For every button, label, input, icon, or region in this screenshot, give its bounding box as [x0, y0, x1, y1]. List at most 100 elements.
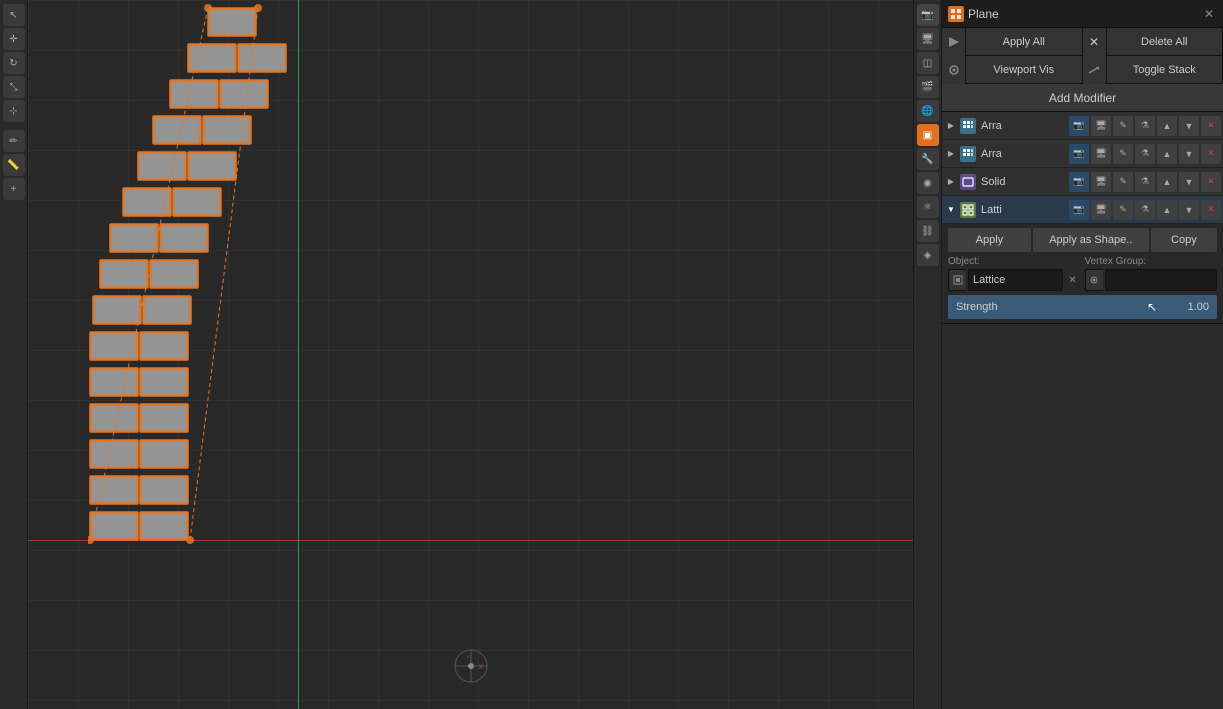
mod-close-btn-solid[interactable]: ✕ — [1201, 172, 1221, 192]
render-properties-icon[interactable]: 📷 — [917, 4, 939, 26]
modifier-name-arra2: Arra — [978, 148, 1067, 160]
modifier-row-arra2: ▶ Arra 📷 🖥 ✎ ⚗ ▲ ▼ ✕ — [942, 140, 1223, 168]
modifier-expand-latti[interactable]: ▼ — [944, 203, 958, 217]
tool-scale[interactable]: ⤡ — [3, 76, 25, 98]
mod-close-btn-arra2[interactable]: ✕ — [1201, 144, 1221, 164]
mod-render-btn-latti[interactable]: 🖥 — [1091, 200, 1111, 220]
delete-all-button[interactable]: Delete All — [1107, 28, 1223, 55]
strength-slider[interactable]: Strength ↖ 1.00 — [948, 295, 1217, 319]
data-properties-icon[interactable]: ◈ — [917, 244, 939, 266]
mod-up-btn-latti[interactable]: ▲ — [1157, 200, 1177, 220]
viewport-vis-button[interactable]: Viewport Vis — [966, 56, 1083, 83]
vertex-group-field-row — [1085, 269, 1218, 291]
modifier-type-icon-solid — [960, 174, 976, 190]
constraints-properties-icon[interactable]: ⛓ — [917, 220, 939, 242]
mod-filter-btn-latti[interactable]: ⚗ — [1135, 200, 1155, 220]
svg-text:X: X — [479, 665, 483, 671]
delete-all-icon[interactable]: ✕ — [1083, 28, 1107, 56]
mod-edit-btn-arra2[interactable]: ✎ — [1113, 144, 1133, 164]
modifier-type-icon-arra2 — [960, 146, 976, 162]
left-toolbar: ↖ ✛ ↻ ⤡ ⊹ ✏ 📏 + — [0, 0, 28, 709]
vertex-group-field-group: Vertex Group: — [1085, 256, 1218, 291]
modifier-properties-icon[interactable]: 🔧 — [917, 148, 939, 170]
object-field-label: Object: — [948, 256, 1081, 267]
add-modifier-label: Add Modifier — [1049, 84, 1116, 112]
modifier-expand-arra2[interactable]: ▶ — [944, 147, 958, 161]
object-field-value[interactable]: Lattice — [968, 269, 1063, 291]
world-properties-icon[interactable]: 🌐 — [917, 100, 939, 122]
mod-edit-btn-latti[interactable]: ✎ — [1113, 200, 1133, 220]
modifier-controls-arra1: 📷 🖥 ✎ ⚗ ▲ ▼ ✕ — [1069, 116, 1221, 136]
particles-properties-icon[interactable]: ◉ — [917, 172, 939, 194]
modifier-type-icon-latti — [960, 202, 976, 218]
mod-up-btn-arra2[interactable]: ▲ — [1157, 144, 1177, 164]
mod-close-btn-arra1[interactable]: ✕ — [1201, 116, 1221, 136]
object-field-group: Object: Lattice ✕ — [948, 256, 1081, 291]
modifier-name-latti: Latti — [978, 204, 1067, 216]
nav-gizmo[interactable]: Y X — [453, 648, 489, 689]
mod-filter-btn-solid[interactable]: ⚗ — [1135, 172, 1155, 192]
properties-panel: Plane ✕ Apply All ✕ Delete All Viewport … — [942, 0, 1223, 709]
mod-render-btn-arra2[interactable]: 🖥 — [1091, 144, 1111, 164]
physics-properties-icon[interactable]: ⚛ — [917, 196, 939, 218]
mod-edit-btn-arra1[interactable]: ✎ — [1113, 116, 1133, 136]
vertex-group-field-value[interactable] — [1105, 269, 1218, 291]
modifier-type-icon-arra1 — [960, 118, 976, 134]
mod-render-btn-arra1[interactable]: 🖥 — [1091, 116, 1111, 136]
mod-filter-btn-arra1[interactable]: ⚗ — [1135, 116, 1155, 136]
modifier-name-arra1: Arra — [978, 120, 1067, 132]
modifier-expand-solid[interactable]: ▶ — [944, 175, 958, 189]
mod-down-btn-arra2[interactable]: ▼ — [1179, 144, 1199, 164]
right-panel: 📷 🖥 ◫ 🎬 🌐 ▣ 🔧 ◉ ⚛ ⛓ ◈ Plane ✕ — [913, 0, 1223, 709]
mod-up-btn-arra1[interactable]: ▲ — [1157, 116, 1177, 136]
toggle-stack-button[interactable]: Toggle Stack — [1107, 56, 1223, 83]
modifier-row-solid: ▶ Solid 📷 🖥 ✎ ⚗ ▲ ▼ ✕ — [942, 168, 1223, 196]
modifier-expand-arra1[interactable]: ▶ — [944, 119, 958, 133]
view-layer-icon[interactable]: ◫ — [917, 52, 939, 74]
mod-down-btn-latti[interactable]: ▼ — [1179, 200, 1199, 220]
tool-move[interactable]: ✛ — [3, 28, 25, 50]
mod-close-btn-latti[interactable]: ✕ — [1201, 200, 1221, 220]
mod-camera-btn-arra1[interactable]: 📷 — [1069, 116, 1089, 136]
tool-rotate[interactable]: ↻ — [3, 52, 25, 74]
3d-object — [88, 0, 338, 620]
modifier-controls-latti: 📷 🖥 ✎ ⚗ ▲ ▼ ✕ — [1069, 200, 1221, 220]
object-field-clear[interactable]: ✕ — [1065, 269, 1081, 291]
output-properties-icon[interactable]: 🖥 — [917, 28, 939, 50]
viewport-vis-icon[interactable] — [942, 56, 966, 84]
mod-down-btn-solid[interactable]: ▼ — [1179, 172, 1199, 192]
lattice-copy-button[interactable]: Copy — [1151, 228, 1217, 252]
tool-measure[interactable]: 📏 — [3, 154, 25, 176]
vertex-group-field-label: Vertex Group: — [1085, 256, 1218, 267]
lattice-details: Apply Apply as Shape.. Copy Object: Latt… — [942, 224, 1223, 324]
modifier-row-latti: ▼ Latti 📷 🖥 ✎ ⚗ ▲ ▼ ✕ — [942, 196, 1223, 224]
toggle-stack-icon[interactable] — [1083, 56, 1107, 84]
lattice-apply-button[interactable]: Apply — [948, 228, 1031, 252]
add-modifier-button[interactable]: Add Modifier — [942, 84, 1223, 112]
apply-all-icon[interactable] — [942, 28, 966, 56]
lattice-apply-shape-button[interactable]: Apply as Shape.. — [1033, 228, 1149, 252]
mod-camera-btn-solid[interactable]: 📷 — [1069, 172, 1089, 192]
cursor-icon: ↖ — [1147, 300, 1157, 314]
mod-edit-btn-solid[interactable]: ✎ — [1113, 172, 1133, 192]
modifier-name-solid: Solid — [978, 176, 1067, 188]
mod-render-btn-solid[interactable]: 🖥 — [1091, 172, 1111, 192]
object-field-row: Lattice ✕ — [948, 269, 1081, 291]
tool-transform[interactable]: ⊹ — [3, 100, 25, 122]
modifier-controls-arra2: 📷 🖥 ✎ ⚗ ▲ ▼ ✕ — [1069, 144, 1221, 164]
tool-annotate[interactable]: ✏ — [3, 130, 25, 152]
tool-add[interactable]: + — [3, 178, 25, 200]
tool-cursor[interactable]: ↖ — [3, 4, 25, 26]
panel-close-button[interactable]: ✕ — [1201, 6, 1217, 22]
apply-all-button[interactable]: Apply All — [966, 28, 1083, 55]
mod-camera-btn-arra2[interactable]: 📷 — [1069, 144, 1089, 164]
object-properties-icon[interactable]: ▣ — [917, 124, 939, 146]
viewport[interactable]: Y X — [28, 0, 913, 709]
mod-up-btn-solid[interactable]: ▲ — [1157, 172, 1177, 192]
scene-properties-icon[interactable]: 🎬 — [917, 76, 939, 98]
mod-filter-btn-arra2[interactable]: ⚗ — [1135, 144, 1155, 164]
mod-camera-btn-latti[interactable]: 📷 — [1069, 200, 1089, 220]
apply-all-row: Apply All ✕ Delete All — [942, 28, 1223, 56]
panel-type-icon — [948, 6, 964, 22]
mod-down-btn-arra1[interactable]: ▼ — [1179, 116, 1199, 136]
